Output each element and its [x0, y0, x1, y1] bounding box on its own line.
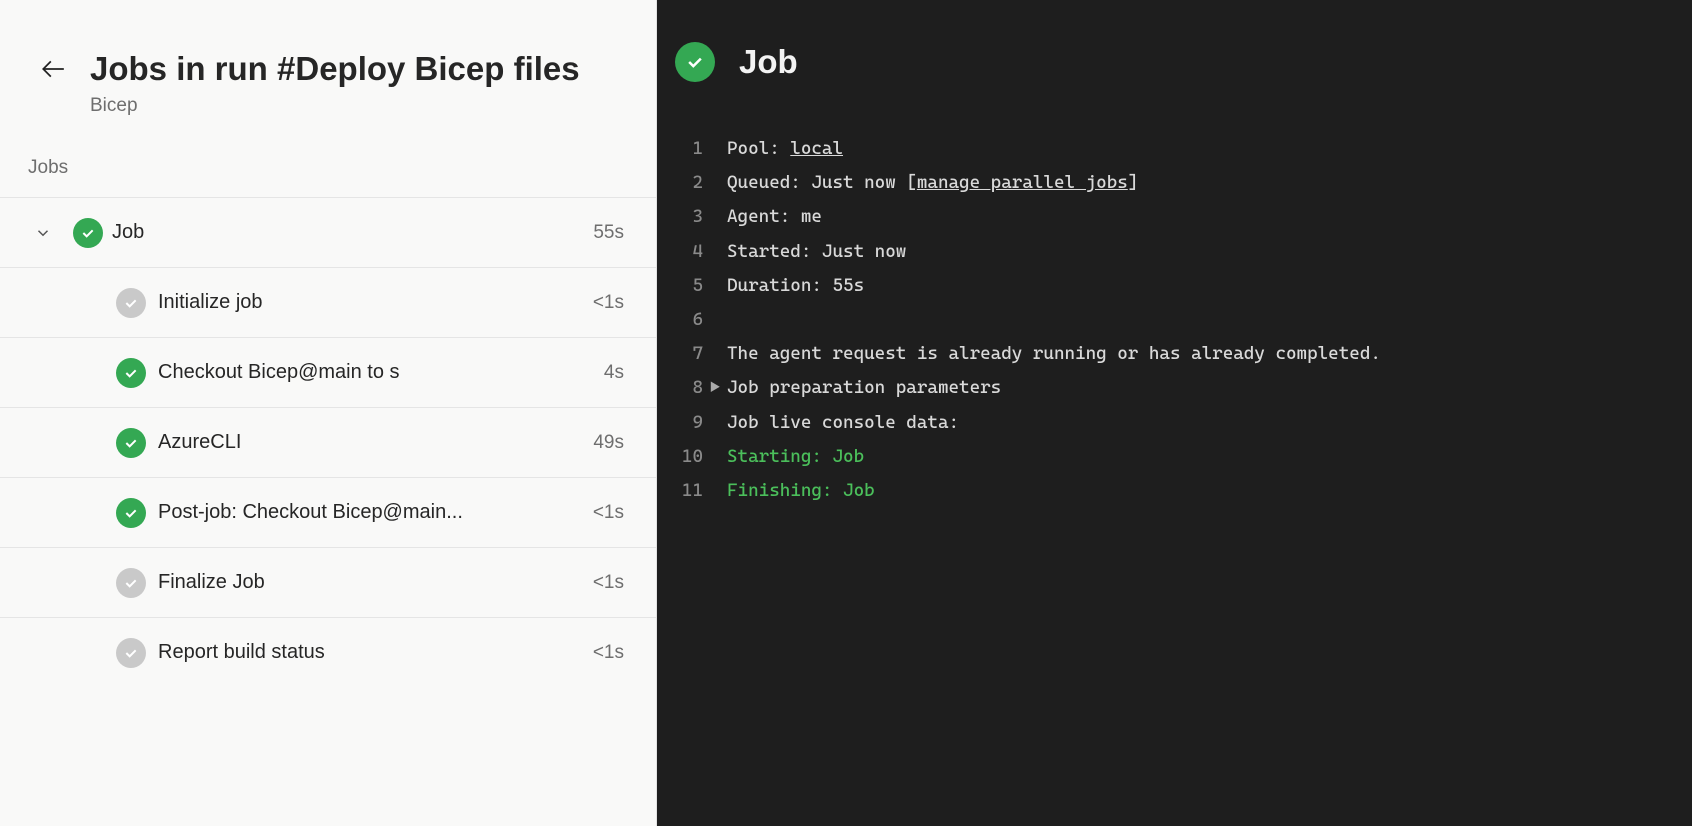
back-button[interactable] [36, 52, 70, 86]
log-line-text: Job live console data: [727, 406, 1684, 440]
status-success-icon [116, 428, 146, 458]
step-duration: <1s [584, 502, 634, 524]
log-line: 6 [665, 303, 1684, 337]
log-line: 4 Started: Just now [665, 235, 1684, 269]
step-row[interactable]: Initialize job<1s [0, 267, 656, 337]
log-line-text: Duration: 55s [727, 269, 1684, 303]
status-neutral-icon [116, 638, 146, 668]
step-name: AzureCLI [158, 431, 584, 454]
log-line-text: The agent request is already running or … [727, 337, 1684, 371]
log-line-number: 4 [665, 235, 703, 269]
log-line: 10 Starting: Job [665, 440, 1684, 474]
log-line-number: 8 [665, 371, 703, 405]
jobs-panel: Jobs in run #Deploy Bicep files Bicep Jo… [0, 0, 657, 826]
log-link[interactable]: manage parallel jobs [917, 172, 1128, 193]
log-line: 2 Queued: Just now [manage parallel jobs] [665, 166, 1684, 200]
step-row[interactable]: Finalize Job<1s [0, 547, 656, 617]
step-name: Post-job: Checkout Bicep@main... [158, 501, 584, 524]
chevron-down-icon [34, 224, 52, 242]
page-header: Jobs in run #Deploy Bicep files Bicep [0, 0, 656, 157]
log-line-text [727, 303, 1684, 337]
log-line-number: 9 [665, 406, 703, 440]
status-success-icon [116, 358, 146, 388]
status-success-icon [675, 42, 715, 82]
job-duration: 55s [584, 222, 634, 244]
log-link[interactable]: local [790, 138, 843, 159]
job-name: Job [112, 221, 584, 244]
status-neutral-icon [116, 568, 146, 598]
log-line: 3 Agent: me [665, 200, 1684, 234]
arrow-left-icon [40, 56, 66, 82]
step-row[interactable]: Post-job: Checkout Bicep@main...<1s [0, 477, 656, 547]
jobs-list: Job 55s Initialize job<1sCheckout Bicep@… [0, 197, 656, 826]
log-line: 5 Duration: 55s [665, 269, 1684, 303]
log-line-number: 10 [665, 440, 703, 474]
step-name: Finalize Job [158, 571, 584, 594]
step-row[interactable]: AzureCLI49s [0, 407, 656, 477]
step-duration: <1s [584, 642, 634, 664]
log-line-text: Starting: Job [727, 440, 1684, 474]
status-neutral-icon [116, 288, 146, 318]
jobs-section-label: Jobs [0, 157, 656, 197]
log-line: 8▶Job preparation parameters [665, 371, 1684, 405]
expand-toggle[interactable] [22, 224, 64, 242]
step-name: Report build status [158, 641, 584, 664]
step-duration: 4s [584, 362, 634, 384]
job-details-panel: Job 1 Pool: local 2 Queued: Just now [manag… [657, 0, 1692, 826]
log-line: 9 Job live console data: [665, 406, 1684, 440]
log-line-number: 5 [665, 269, 703, 303]
log-line-text: Pool: local [727, 132, 1684, 166]
step-name: Initialize job [158, 291, 584, 314]
log-line-text: Agent: me [727, 200, 1684, 234]
log-output[interactable]: 1 Pool: local 2 Queued: Just now [manage pa… [657, 132, 1692, 826]
log-line-number: 1 [665, 132, 703, 166]
step-duration: 49s [584, 432, 634, 454]
log-line-number: 7 [665, 337, 703, 371]
log-line-number: 3 [665, 200, 703, 234]
log-line-text: Started: Just now [727, 235, 1684, 269]
step-row[interactable]: Report build status<1s [0, 617, 656, 687]
step-row[interactable]: Checkout Bicep@main to s4s [0, 337, 656, 407]
details-title: Job [739, 43, 798, 81]
fold-toggle-icon[interactable]: ▶ [703, 371, 727, 405]
step-duration: <1s [584, 572, 634, 594]
log-line-text: Job preparation parameters [727, 371, 1684, 405]
status-success-icon [73, 218, 103, 248]
log-line-number: 6 [665, 303, 703, 337]
status-success-icon [116, 498, 146, 528]
log-line-text: Finishing: Job [727, 474, 1684, 508]
details-header: Job [657, 0, 1692, 132]
page-subtitle: Bicep [90, 95, 628, 117]
log-line: 7 The agent request is already running or… [665, 337, 1684, 371]
step-duration: <1s [584, 292, 634, 314]
job-row[interactable]: Job 55s [0, 197, 656, 267]
log-line-text: Queued: Just now [manage parallel jobs] [727, 166, 1684, 200]
page-title: Jobs in run #Deploy Bicep files [90, 48, 628, 89]
log-line-number: 11 [665, 474, 703, 508]
log-line: 1 Pool: local [665, 132, 1684, 166]
log-line-number: 2 [665, 166, 703, 200]
log-line: 11 Finishing: Job [665, 474, 1684, 508]
step-name: Checkout Bicep@main to s [158, 361, 584, 384]
